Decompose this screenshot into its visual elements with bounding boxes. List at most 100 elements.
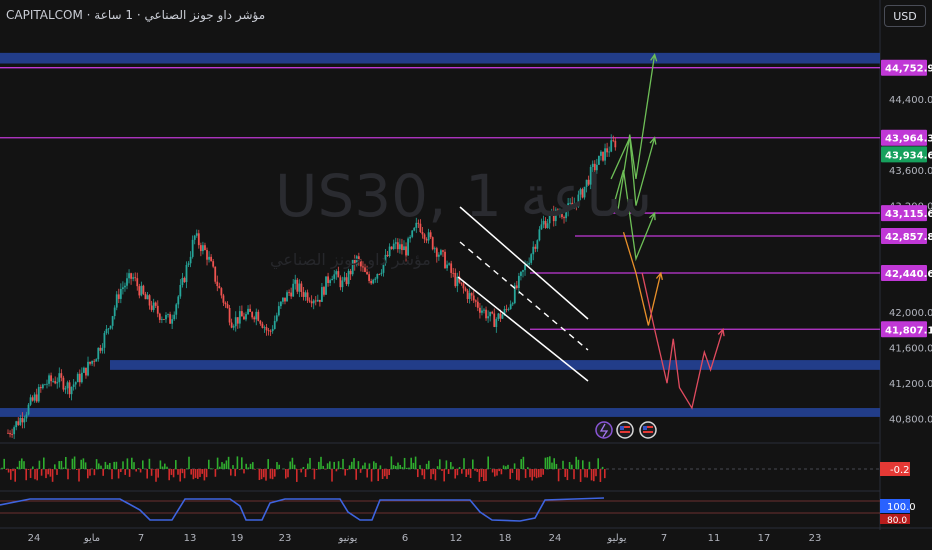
candle-body [119, 288, 122, 299]
candle-body [167, 314, 169, 315]
x-axis-tick-label: 13 [184, 533, 197, 544]
price-label: 43,115.6 [885, 209, 932, 220]
candle-body [245, 314, 247, 320]
candle-body [218, 286, 221, 289]
candle-body [530, 254, 533, 263]
candle-body [39, 387, 42, 389]
candle-body [433, 248, 436, 250]
candle-body [257, 311, 260, 321]
candle-body [427, 232, 430, 241]
candle-body [124, 285, 126, 288]
candle-body [470, 293, 473, 296]
y-axis-tick-label: 40,800.0 [889, 415, 932, 426]
candle-body [282, 297, 284, 302]
candle-body [466, 290, 469, 299]
candle-body [191, 239, 194, 257]
candle [296, 277, 299, 295]
candle-body [378, 274, 381, 275]
candle-body [195, 233, 198, 236]
candle-body [505, 308, 508, 310]
support-zone-2 [0, 408, 880, 417]
candle-body [177, 296, 180, 305]
candle-body [316, 299, 319, 302]
candle-body [46, 383, 48, 385]
candle-body [279, 301, 282, 307]
candle-body [228, 308, 231, 323]
x-axis-tick-label: 24 [549, 533, 562, 544]
candle-body [58, 373, 61, 383]
candle-body [189, 256, 192, 264]
candle-body [7, 432, 9, 434]
candle-body [275, 315, 278, 321]
candle-body [109, 325, 112, 329]
candle-body [345, 277, 348, 285]
candle [27, 402, 30, 416]
y-axis-tick-label: 42,000.0 [889, 308, 932, 319]
candle-body [290, 292, 293, 297]
candle-body [74, 382, 77, 385]
candle-body [148, 295, 151, 306]
candle-body [50, 375, 52, 382]
candle-body [265, 327, 268, 331]
x-axis-tick-label: مايو [83, 533, 100, 544]
candle-body [54, 381, 57, 384]
candle-body [472, 295, 475, 301]
candle-body [9, 433, 11, 435]
candle-body [462, 283, 465, 289]
candle-body [468, 293, 471, 299]
x-axis-tick-label: يونيو [338, 533, 358, 544]
candle-body [206, 250, 208, 260]
candle-body [456, 276, 459, 287]
candle-body [169, 314, 171, 324]
chart-root: 44,400.043,600.043,200.042,000.041,600.0… [0, 0, 932, 550]
candle-body [347, 270, 350, 285]
candle-body [454, 272, 457, 287]
candle-body [117, 294, 120, 299]
candle-body [17, 421, 20, 425]
candle-body [308, 300, 311, 302]
candle-body [476, 301, 479, 308]
candle-body [423, 234, 426, 240]
candle-body [142, 285, 145, 294]
candle-body [448, 263, 451, 265]
candle-body [474, 300, 477, 302]
candle-body [442, 250, 444, 252]
candle-body [21, 417, 24, 423]
candle-body [238, 311, 241, 324]
candle-body [130, 273, 133, 279]
candle-body [321, 287, 323, 302]
candle-body [452, 272, 455, 274]
candle-body [259, 320, 262, 324]
candle-body [431, 237, 434, 250]
candle-body [261, 323, 264, 328]
candle-body [136, 278, 139, 287]
candle-body [374, 278, 377, 280]
candle-body [247, 308, 249, 315]
flag-canton [643, 426, 647, 430]
candle-body [222, 295, 225, 303]
candle-body [187, 263, 190, 265]
us-flag-icon [639, 421, 657, 439]
candle-body [349, 270, 352, 275]
candle-body [232, 326, 235, 328]
flag-stripe [643, 431, 653, 433]
candle-body [296, 279, 299, 292]
candle-body [600, 151, 602, 156]
candle-body [325, 276, 327, 295]
currency-button[interactable]: USD [884, 5, 926, 27]
candle-body [134, 277, 137, 279]
candle-body [173, 314, 176, 320]
candle-body [390, 246, 393, 250]
candle-body [444, 251, 446, 269]
candle-body [277, 306, 280, 316]
candle-body [175, 304, 178, 315]
price-chart[interactable]: 44,400.043,600.043,200.042,000.041,600.0… [0, 0, 932, 550]
candle-body [25, 414, 28, 419]
candle-body [138, 286, 141, 296]
candle-body [376, 274, 379, 279]
candle-body [87, 361, 89, 376]
candle-body [398, 244, 401, 250]
x-axis-tick-label: 24 [28, 533, 41, 544]
candle-body [220, 288, 223, 296]
candle-body [48, 375, 50, 384]
